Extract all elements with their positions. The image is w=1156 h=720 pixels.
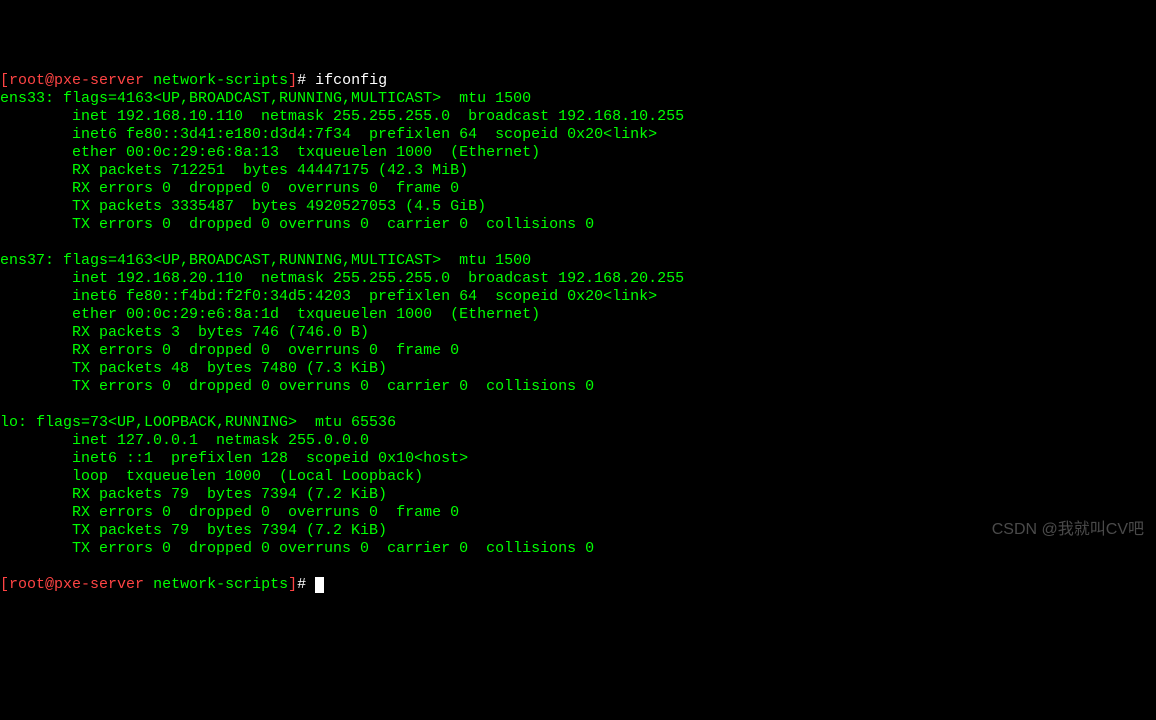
bracket-open: [ <box>0 576 9 593</box>
bracket-close: ] <box>288 576 297 593</box>
cursor-icon <box>315 577 324 593</box>
ens33-tx-packets: TX packets 3335487 bytes 4920527053 (4.5… <box>0 198 486 215</box>
lo-inet6: inet6 ::1 prefixlen 128 scopeid 0x10<hos… <box>0 450 468 467</box>
ens33-rx-packets: RX packets 712251 bytes 44447175 (42.3 M… <box>0 162 468 179</box>
ens33-inet: inet 192.168.10.110 netmask 255.255.255.… <box>0 108 684 125</box>
lo-tx-packets: TX packets 79 bytes 7394 (7.2 KiB) <box>0 522 387 539</box>
ens33-inet6: inet6 fe80::3d41:e180:d3d4:7f34 prefixle… <box>0 126 657 143</box>
prompt-space <box>144 72 153 89</box>
terminal[interactable]: [root@pxe-server network-scripts]# ifcon… <box>0 72 1156 594</box>
prompt-path: network-scripts <box>153 576 288 593</box>
bracket-open: [ <box>0 72 9 89</box>
prompt-hash: # <box>297 576 315 593</box>
ens37-rx-errors: RX errors 0 dropped 0 overruns 0 frame 0 <box>0 342 459 359</box>
watermark-text: CSDN @我就叫CV吧 <box>992 521 1144 539</box>
prompt-space <box>144 576 153 593</box>
ens33-ether: ether 00:0c:29:e6:8a:13 txqueuelen 1000 … <box>0 144 540 161</box>
ens37-tx-packets: TX packets 48 bytes 7480 (7.3 KiB) <box>0 360 387 377</box>
prompt-line-2[interactable]: [root@pxe-server network-scripts]# <box>0 576 324 593</box>
ens37-header: ens37: flags=4163<UP,BROADCAST,RUNNING,M… <box>0 252 531 269</box>
lo-rx-packets: RX packets 79 bytes 7394 (7.2 KiB) <box>0 486 387 503</box>
lo-tx-errors: TX errors 0 dropped 0 overruns 0 carrier… <box>0 540 594 557</box>
prompt-path: network-scripts <box>153 72 288 89</box>
ens37-inet6: inet6 fe80::f4bd:f2f0:34d5:4203 prefixle… <box>0 288 657 305</box>
command-text: ifconfig <box>315 72 387 89</box>
ens33-tx-errors: TX errors 0 dropped 0 overruns 0 carrier… <box>0 216 594 233</box>
prompt-hash: # <box>297 72 315 89</box>
prompt-line-1: [root@pxe-server network-scripts]# ifcon… <box>0 72 387 89</box>
ens37-rx-packets: RX packets 3 bytes 746 (746.0 B) <box>0 324 369 341</box>
ens37-inet: inet 192.168.20.110 netmask 255.255.255.… <box>0 270 684 287</box>
ens33-rx-errors: RX errors 0 dropped 0 overruns 0 frame 0 <box>0 180 459 197</box>
ens37-ether: ether 00:0c:29:e6:8a:1d txqueuelen 1000 … <box>0 306 540 323</box>
lo-loop: loop txqueuelen 1000 (Local Loopback) <box>0 468 423 485</box>
prompt-user: root <box>9 576 45 593</box>
prompt-user: root <box>9 72 45 89</box>
prompt-at: @ <box>45 72 54 89</box>
lo-inet: inet 127.0.0.1 netmask 255.0.0.0 <box>0 432 369 449</box>
lo-rx-errors: RX errors 0 dropped 0 overruns 0 frame 0 <box>0 504 459 521</box>
prompt-host: pxe-server <box>54 576 144 593</box>
lo-header: lo: flags=73<UP,LOOPBACK,RUNNING> mtu 65… <box>0 414 396 431</box>
ens37-tx-errors: TX errors 0 dropped 0 overruns 0 carrier… <box>0 378 594 395</box>
ens33-header: ens33: flags=4163<UP,BROADCAST,RUNNING,M… <box>0 90 531 107</box>
bracket-close: ] <box>288 72 297 89</box>
prompt-host: pxe-server <box>54 72 144 89</box>
prompt-at: @ <box>45 576 54 593</box>
